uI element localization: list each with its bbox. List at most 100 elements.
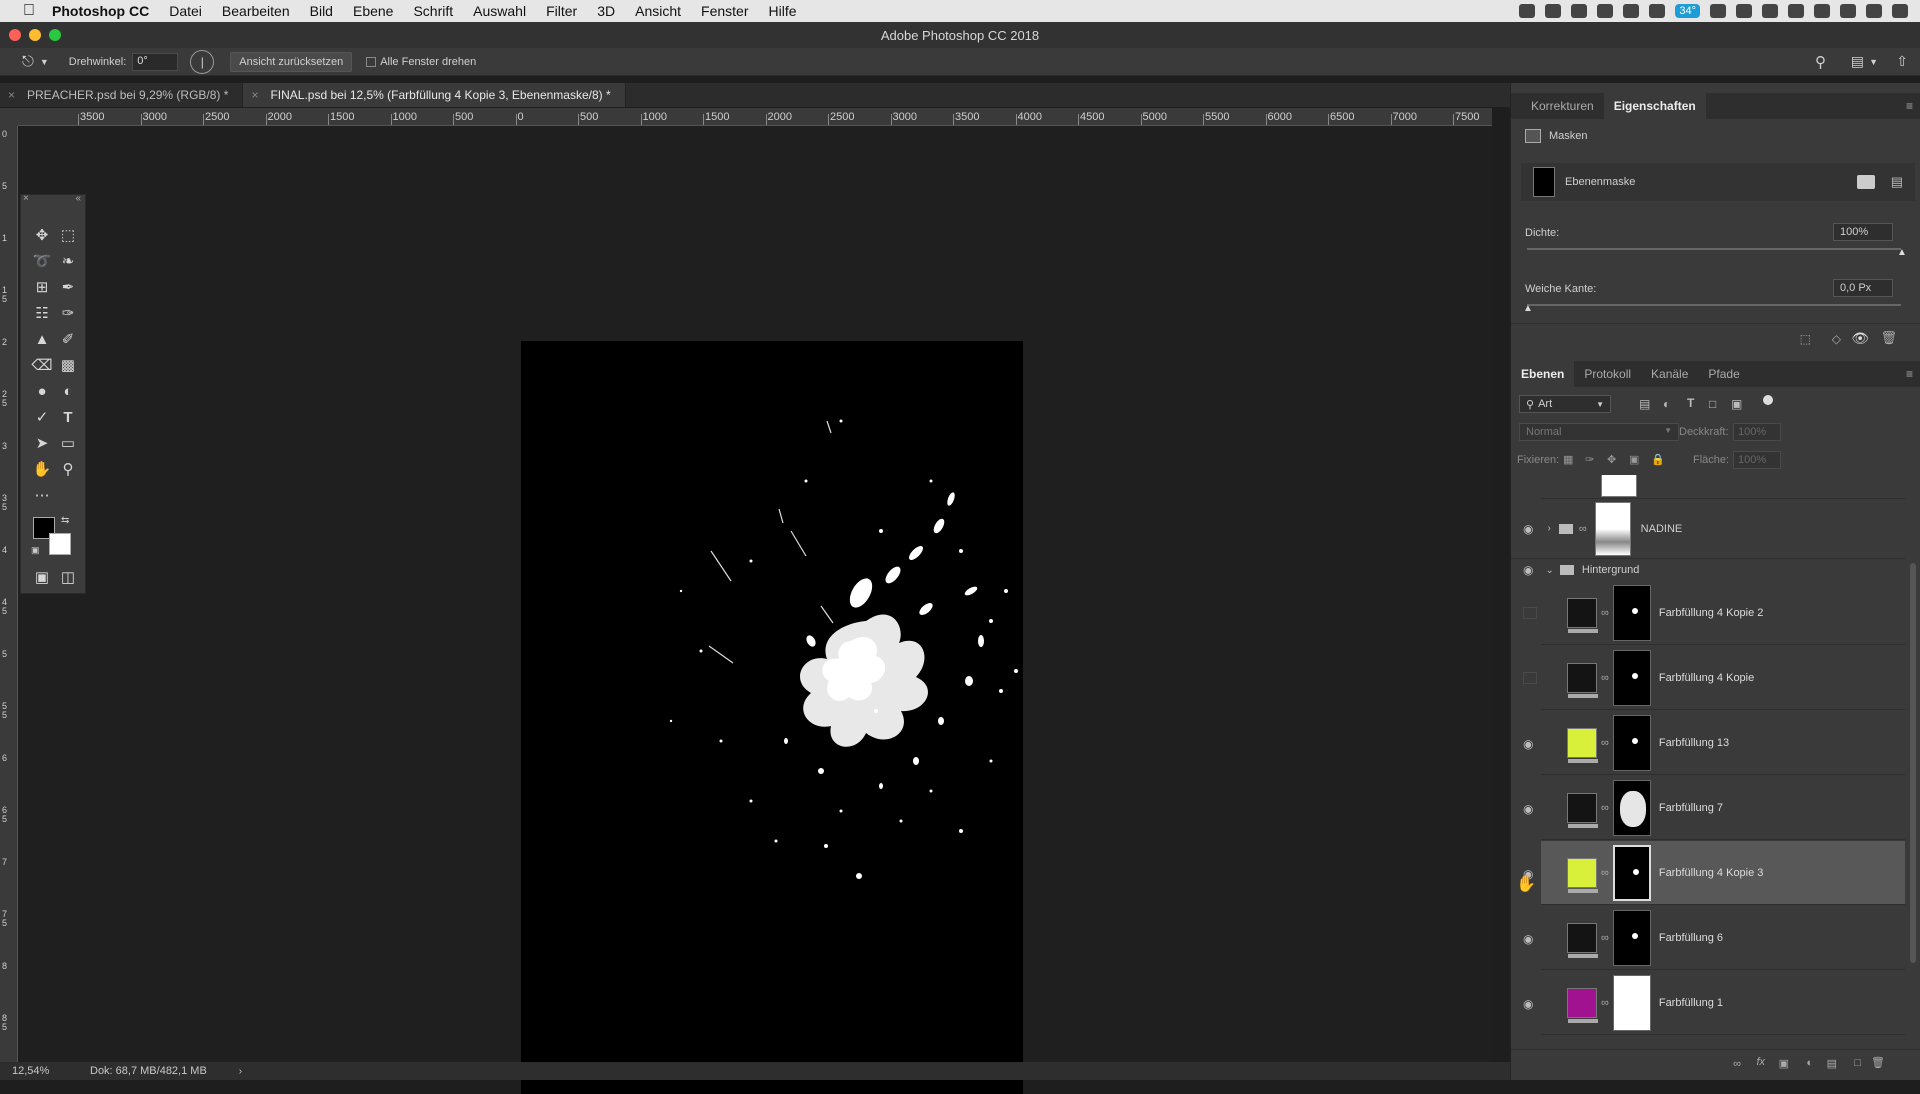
- delete-mask-icon[interactable]: 🗑: [1880, 330, 1897, 346]
- fill-color-thumbnail[interactable]: [1567, 662, 1598, 698]
- layer-row[interactable]: ◉ ∞ Farbfüllung 6: [1523, 906, 1905, 970]
- vector-mask-icon[interactable]: ▤: [1891, 174, 1903, 190]
- link-icon[interactable]: ∞: [1601, 802, 1609, 814]
- blend-mode-dropdown[interactable]: Normal ▼: [1519, 423, 1679, 441]
- eye-icon[interactable]: ◉: [1523, 932, 1537, 946]
- chevron-right-icon[interactable]: ›: [1547, 523, 1550, 534]
- zoom-window-icon[interactable]: [49, 29, 61, 41]
- apply-mask-icon[interactable]: ◇: [1832, 332, 1841, 346]
- keyboard-icon[interactable]: [1710, 4, 1726, 18]
- menu-3d[interactable]: 3D: [597, 3, 615, 19]
- canvas-workspace[interactable]: [18, 126, 1492, 1094]
- load-selection-icon[interactable]: ⬚: [1800, 332, 1811, 346]
- lasso-tool-icon[interactable]: ➰: [29, 249, 55, 273]
- background-color-swatch[interactable]: [49, 533, 71, 555]
- fill-color-thumbnail[interactable]: [1567, 857, 1598, 893]
- eye-icon[interactable]: ◉: [1523, 802, 1537, 816]
- close-tab-icon[interactable]: ×: [251, 88, 258, 102]
- filter-adjustment-icon[interactable]: ◐: [1663, 397, 1670, 411]
- density-slider[interactable]: [1527, 248, 1901, 250]
- menu-ebene[interactable]: Ebene: [353, 3, 393, 19]
- default-colors-icon[interactable]: ▣: [31, 545, 40, 556]
- fill-input[interactable]: 100%: [1733, 451, 1781, 469]
- layer-row-partial[interactable]: [1541, 475, 1905, 499]
- tab-kanaele[interactable]: Kanäle: [1641, 361, 1698, 387]
- feather-slider[interactable]: [1527, 304, 1901, 306]
- adjustment-layer-icon[interactable]: ◐: [1806, 1057, 1813, 1069]
- menu-schrift[interactable]: Schrift: [413, 3, 453, 19]
- density-input[interactable]: 100%: [1833, 223, 1893, 241]
- menu-auswahl[interactable]: Auswahl: [473, 3, 526, 19]
- reset-view-button[interactable]: Ansicht zurücksetzen: [230, 51, 353, 72]
- fill-color-thumbnail[interactable]: [1567, 792, 1598, 828]
- tab-pfade[interactable]: Pfade: [1698, 361, 1749, 387]
- menu-bild[interactable]: Bild: [310, 3, 333, 19]
- layer-mask-thumbnail[interactable]: [1612, 974, 1651, 1031]
- fill-color-thumbnail[interactable]: [1567, 727, 1598, 763]
- eye-icon[interactable]: [1523, 671, 1537, 684]
- siri-icon[interactable]: [1866, 4, 1882, 18]
- record-icon[interactable]: [1519, 4, 1536, 18]
- layer-row[interactable]: ◉ ∞ Farbfüllung 7: [1523, 776, 1905, 840]
- fill-color-thumbnail[interactable]: [1567, 922, 1598, 958]
- workspace-dropdown-icon[interactable]: ▼: [1869, 57, 1878, 67]
- lock-position-icon[interactable]: ✥: [1607, 453, 1616, 466]
- healing-brush-tool-icon[interactable]: ☷: [29, 301, 55, 325]
- rotate-view-tool-icon[interactable]: ✋: [29, 457, 55, 481]
- eye-icon[interactable]: ◉: [1523, 563, 1533, 577]
- collapse-panel-icon[interactable]: «: [75, 193, 81, 204]
- display-icon[interactable]: [1545, 4, 1562, 18]
- move-tool-icon[interactable]: ✥: [29, 223, 55, 247]
- layer-mask-thumbnail[interactable]: [1612, 779, 1651, 836]
- panel-menu-icon[interactable]: ≡: [1906, 367, 1913, 381]
- lock-transparency-icon[interactable]: ▦: [1563, 453, 1573, 466]
- menu-filter[interactable]: Filter: [546, 3, 577, 19]
- layer-mask-thumbnail[interactable]: [1612, 649, 1651, 706]
- lock-pixels-icon[interactable]: ✑: [1585, 453, 1594, 466]
- layer-mask-thumbnail[interactable]: [1612, 844, 1651, 901]
- menu-hilfe[interactable]: Hilfe: [769, 3, 797, 19]
- eye-icon[interactable]: ◉: [1523, 522, 1533, 536]
- swap-colors-icon[interactable]: ⇆: [61, 515, 69, 526]
- link-icon[interactable]: ∞: [1601, 607, 1609, 619]
- fx-icon[interactable]: fx: [1756, 1056, 1765, 1068]
- rotate-angle-input[interactable]: 0°: [132, 52, 179, 71]
- tab-protokoll[interactable]: Protokoll: [1574, 361, 1641, 387]
- battery-icon[interactable]: [1814, 4, 1830, 18]
- path-selection-tool-icon[interactable]: ➤: [29, 431, 55, 455]
- opacity-input[interactable]: 100%: [1733, 423, 1781, 441]
- more-tools-icon[interactable]: ⋯: [29, 483, 55, 507]
- close-panel-icon[interactable]: ×: [23, 193, 29, 204]
- zoom-level[interactable]: 12,54%: [12, 1065, 72, 1077]
- link-icon[interactable]: ∞: [1601, 932, 1609, 944]
- filter-shape-icon[interactable]: □: [1709, 397, 1716, 411]
- menu-bearbeiten[interactable]: Bearbeiten: [222, 3, 290, 19]
- horizontal-ruler[interactable]: 3500 3000 2500 2000 1500 1000 500 0 500 1000 1500 2…: [18, 108, 1492, 126]
- fill-color-thumbnail[interactable]: [1567, 597, 1598, 633]
- close-window-icon[interactable]: [9, 29, 21, 41]
- fill-color-thumbnail[interactable]: [1567, 987, 1598, 1023]
- filter-toggle-icon[interactable]: [1763, 395, 1773, 405]
- tab-ebenen[interactable]: Ebenen: [1511, 361, 1575, 387]
- layer-group-nadine[interactable]: ◉ › ∞ NADINE: [1511, 499, 1905, 559]
- layers-scrollbar[interactable]: [1910, 563, 1916, 963]
- lock-artboard-icon[interactable]: ▣: [1629, 453, 1639, 466]
- link-icon[interactable]: ∞: [1601, 867, 1609, 879]
- layer-mask-thumbnail[interactable]: [1612, 714, 1651, 771]
- workspace-icon[interactable]: ▤: [1851, 53, 1864, 70]
- tab-korrekturen[interactable]: Korrekturen: [1521, 93, 1604, 119]
- tab-eigenschaften[interactable]: Eigenschaften: [1603, 93, 1706, 119]
- minimize-window-icon[interactable]: [29, 29, 41, 41]
- layer-filter-dropdown[interactable]: ⚲ Art ▼: [1519, 395, 1611, 413]
- rotate-dial-icon[interactable]: |: [190, 49, 215, 74]
- layer-row[interactable]: ◉ ∞ Farbfüllung 4 Kopie 3: [1523, 841, 1905, 905]
- type-tool-icon[interactable]: T: [55, 405, 81, 429]
- lock-all-icon[interactable]: 🔒: [1651, 453, 1665, 466]
- search-icon[interactable]: [1840, 4, 1856, 18]
- ruler-corner[interactable]: [0, 108, 18, 126]
- vertical-ruler[interactable]: 0 5 1 1 5 2 2 5 3 3 5 4 4 5 5 5 5 6 6 5 7 7 5 8 8 5: [0, 126, 18, 1064]
- tool-preset-dropdown-icon[interactable]: ▼: [40, 57, 49, 67]
- doc-tab-final[interactable]: × FINAL.psd bei 12,5% (Farbfüllung 4 Kop…: [243, 83, 626, 107]
- zoom-tool-icon[interactable]: ⚲: [55, 457, 81, 481]
- quick-selection-tool-icon[interactable]: ❧: [55, 249, 81, 273]
